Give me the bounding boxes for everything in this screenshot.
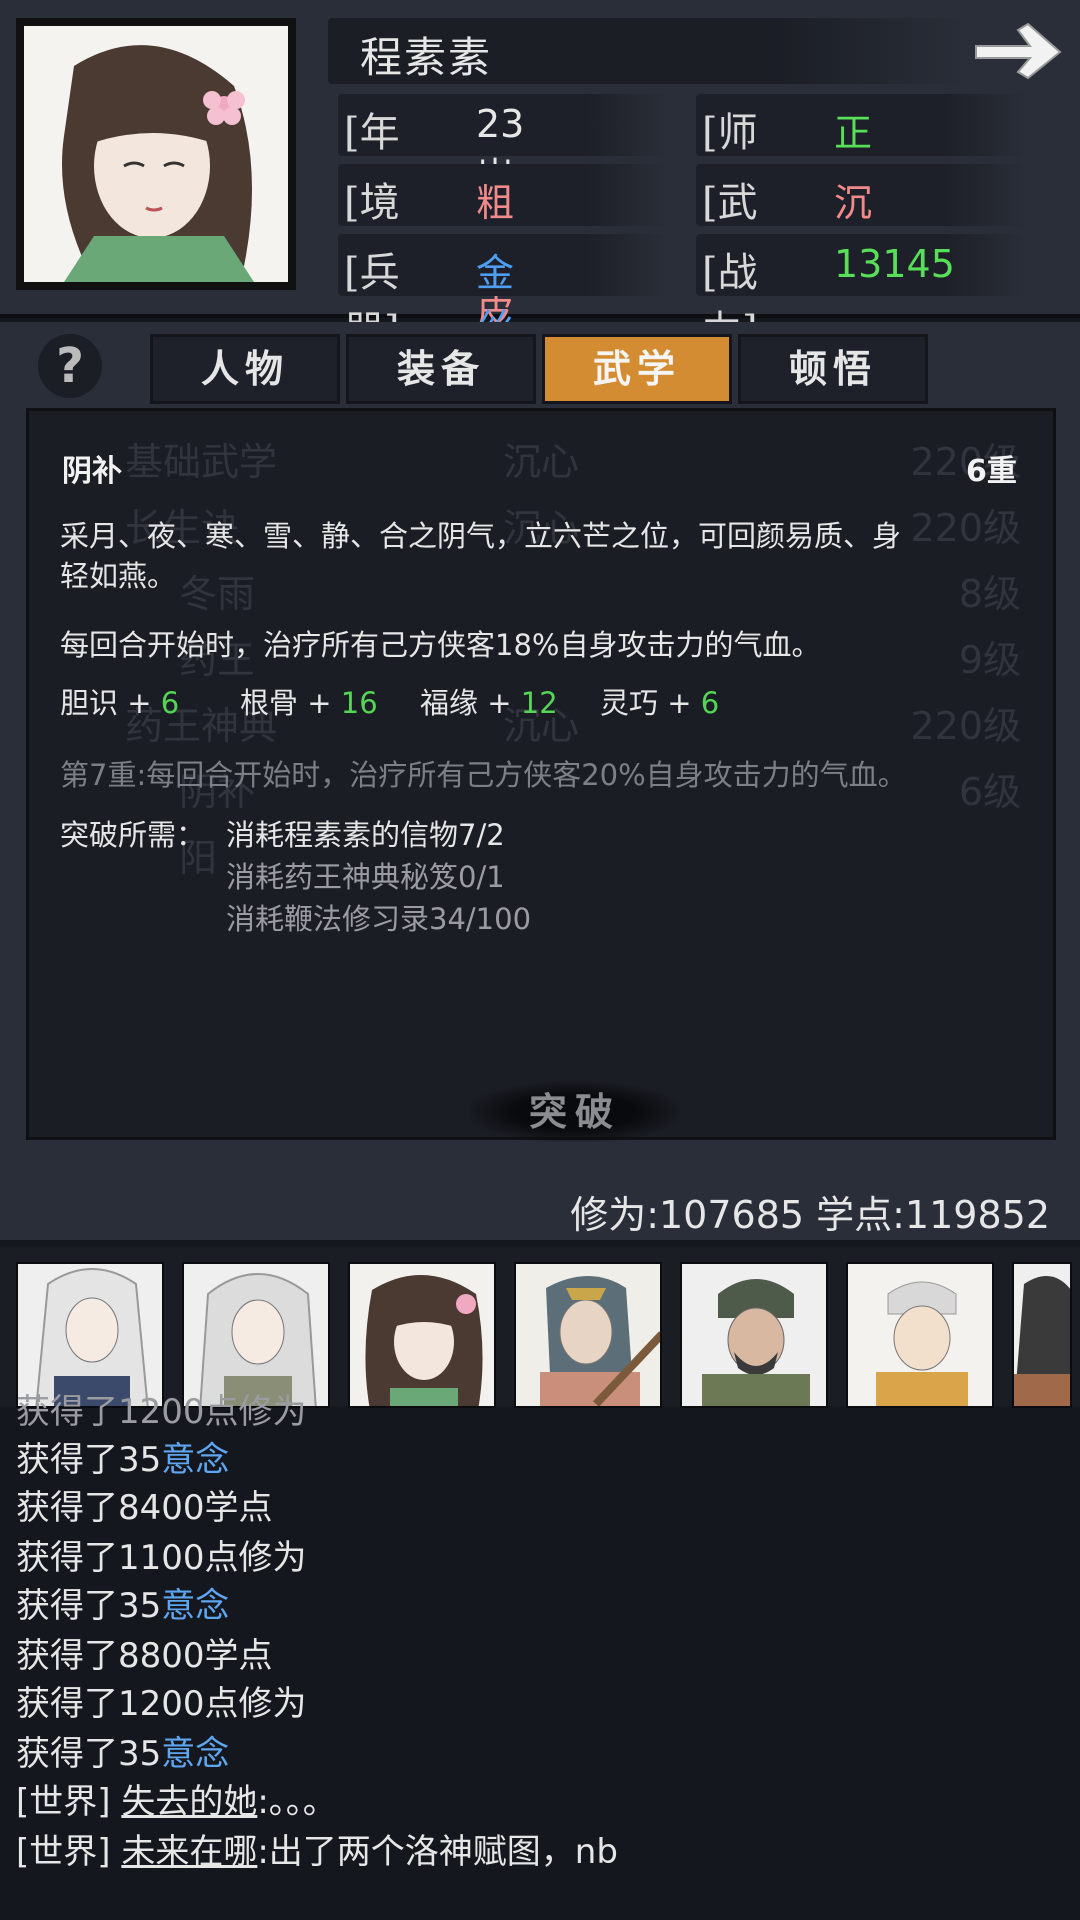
skill-description: 采月、夜、寒、雪、静、合之阴气，立六芒之位，可回颜易质、身 轻如燕。: [60, 516, 1040, 596]
description-line: 采月、夜、寒、雪、静、合之阴气，立六芒之位，可回颜易质、身: [60, 519, 902, 553]
breakthrough-button[interactable]: 突破: [470, 1082, 680, 1142]
skill-title: 阴补: [62, 454, 122, 489]
log-line: 获得了1200点修为: [16, 1684, 307, 1724]
log-line: 获得了35意念: [16, 1734, 230, 1774]
character-name: 程素素: [360, 33, 493, 82]
tab-character[interactable]: 人物: [150, 334, 340, 404]
tab-martial-arts[interactable]: 武学: [542, 334, 732, 404]
username-link[interactable]: 失去的她: [121, 1782, 257, 1822]
right-arrow-icon[interactable]: [968, 16, 1068, 86]
help-icon[interactable]: ?: [38, 334, 102, 398]
log-line: 获得了1200点修为: [16, 1392, 307, 1432]
description-line: 轻如燕。: [60, 559, 177, 593]
list-item[interactable]: 基础武学 沉心 220级: [29, 431, 1059, 491]
log-line: [世界] 失去的她:。。。: [16, 1782, 337, 1822]
cultivation-points: 修为:107685 学点:119852: [570, 1193, 1050, 1237]
game-screen: 程素素 [年龄] 23岁 [境界] 粗通皮毛 [兵器] 金丝软鞭 [师门] 正派…: [0, 0, 1080, 1920]
stat-value: 13145: [834, 242, 955, 286]
hero-card[interactable]: [680, 1262, 828, 1408]
attribute-courage: 胆识 + 6: [60, 686, 180, 720]
hero-card[interactable]: [846, 1262, 994, 1408]
attribute-agility: 灵巧 + 6: [600, 686, 720, 720]
requirement-item: 消耗药王神典秘笈0/1: [226, 860, 505, 894]
tab-enlightenment[interactable]: 顿悟: [738, 334, 928, 404]
character-portrait: [16, 18, 296, 290]
portrait-image: [24, 26, 288, 282]
requirement-item: 消耗鞭法修习录34/100: [226, 902, 532, 936]
log-line: 获得了35意念: [16, 1586, 230, 1626]
log-line: 获得了1100点修为: [16, 1538, 307, 1578]
next-tier-effect: 第7重:每回合开始时，治疗所有己方侠客20%自身攻击力的气血。: [60, 758, 907, 792]
requirement-label: 突破所需：: [60, 818, 206, 852]
attribute-fortune: 福缘 + 12: [420, 686, 558, 720]
username-link[interactable]: 未来在哪: [121, 1832, 257, 1872]
log-line: 获得了8400学点: [16, 1488, 273, 1528]
log-line: 获得了35意念: [16, 1440, 230, 1480]
log-line: 获得了8800学点: [16, 1636, 273, 1676]
requirement-item: 消耗程素素的信物7/2: [226, 818, 505, 852]
log-line: [世界] 未来在哪:出了两个洛神赋图，nb: [16, 1832, 618, 1872]
hero-card[interactable]: [348, 1262, 496, 1408]
hero-card[interactable]: [514, 1262, 662, 1408]
tab-equipment[interactable]: 装备: [346, 334, 536, 404]
skill-effect: 每回合开始时，治疗所有己方侠客18%自身攻击力的气血。: [60, 628, 821, 662]
attribute-constitution: 根骨 + 16: [240, 686, 378, 720]
hero-card[interactable]: [1012, 1262, 1072, 1408]
skill-tier: 6重: [966, 454, 1017, 489]
